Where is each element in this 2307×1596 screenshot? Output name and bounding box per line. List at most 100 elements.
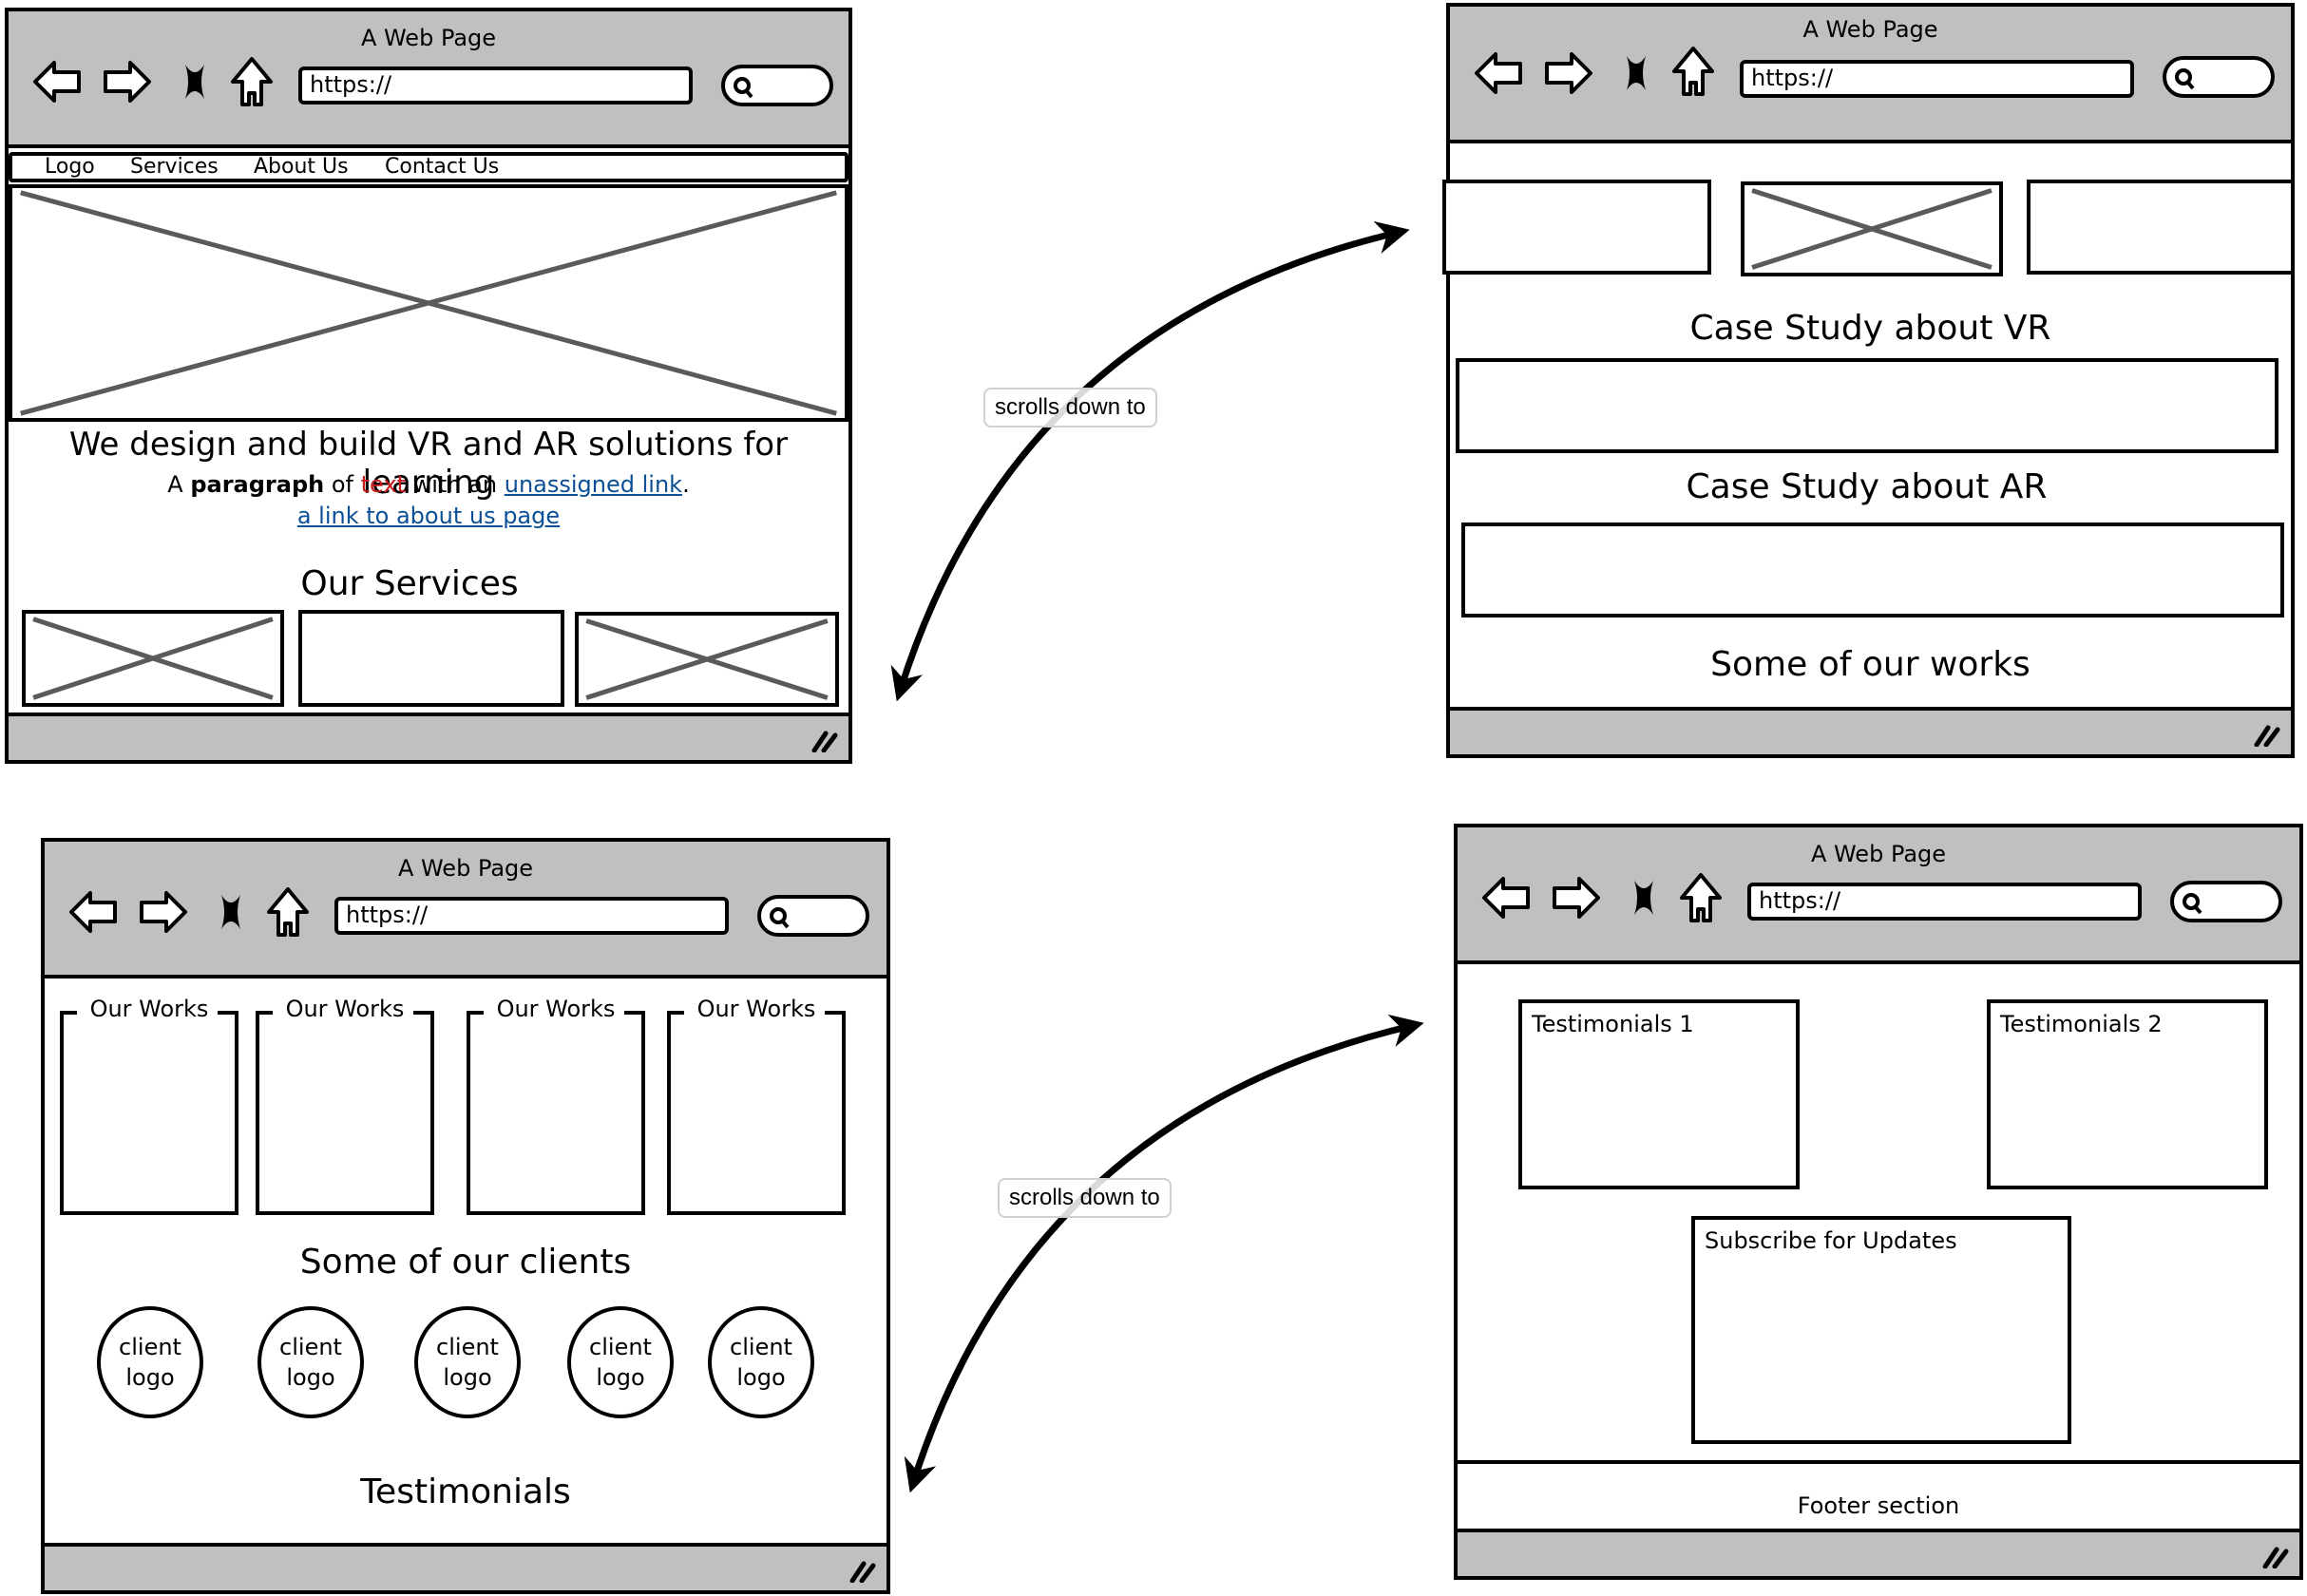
search-icon <box>2180 890 2206 917</box>
browser-window-page-1: A Web Page https:// Logo Services About … <box>5 8 852 764</box>
image-row-box <box>2027 180 2295 275</box>
forward-arrow-icon[interactable] <box>1541 47 1594 100</box>
search-button[interactable] <box>721 65 833 106</box>
back-arrow-icon[interactable] <box>67 885 121 939</box>
case-study-vr-box <box>1456 358 2278 453</box>
footer-section: Footer section <box>1458 1460 2299 1534</box>
url-input[interactable]: https:// <box>298 66 693 104</box>
client-logo-text: logo <box>443 1364 492 1391</box>
testimonial-card-title: Testimonials 1 <box>1532 1011 1694 1037</box>
browser-window-page-2: A Web Page https:// Case Study about VR … <box>1442 3 2295 758</box>
window-title: A Web Page <box>1802 16 1938 43</box>
case-study-ar-box <box>1461 522 2284 618</box>
connector-arrow-2 <box>904 1014 1424 1493</box>
nav-logo[interactable]: Logo <box>45 156 95 179</box>
image-placeholder-icon <box>1745 185 1999 273</box>
connector-arrow-1 <box>890 220 1410 702</box>
works-card-title: Our Works <box>496 996 616 1022</box>
resize-grip-icon[interactable] <box>2253 724 2281 747</box>
browser-toolbar: A Web Page https:// <box>1458 827 2299 964</box>
browser-toolbar: A Web Page https:// <box>45 842 887 978</box>
nav-services[interactable]: Services <box>130 156 219 179</box>
works-card: Our Works <box>467 996 645 1215</box>
resize-grip-icon[interactable] <box>810 730 839 752</box>
status-bar <box>9 712 848 760</box>
search-button[interactable] <box>757 895 869 937</box>
nav-about-us[interactable]: About Us <box>254 156 349 179</box>
stop-icon[interactable] <box>1610 47 1663 100</box>
services-heading: Our Services <box>300 564 519 603</box>
client-logo-text: logo <box>736 1364 786 1391</box>
status-bar <box>1450 707 2291 754</box>
home-icon[interactable] <box>225 55 278 108</box>
connector-label-2: scrolls down to <box>998 1178 1172 1218</box>
about-link-row: a link to about us page <box>9 503 848 529</box>
stop-icon[interactable] <box>204 885 257 939</box>
forward-arrow-icon[interactable] <box>1549 871 1602 924</box>
footer-text: Footer section <box>1797 1492 1960 1519</box>
resize-grip-icon[interactable] <box>2261 1546 2290 1568</box>
paragraph-text: with an <box>406 471 505 498</box>
url-input[interactable]: https:// <box>1747 883 2142 921</box>
image-placeholder-icon <box>26 614 280 703</box>
search-button[interactable] <box>2170 881 2282 922</box>
search-button[interactable] <box>2163 56 2275 98</box>
client-logo: client logo <box>257 1306 364 1418</box>
nav-contact-us[interactable]: Contact Us <box>385 156 499 179</box>
case-study-vr-heading: Case Study about VR <box>1689 309 2051 348</box>
works-card: Our Works <box>667 996 846 1215</box>
works-card-title: Our Works <box>696 996 816 1022</box>
url-input[interactable]: https:// <box>1740 60 2134 98</box>
clients-heading: Some of our clients <box>299 1243 632 1282</box>
about-us-link[interactable]: a link to about us page <box>297 503 560 529</box>
client-logo: client logo <box>97 1306 203 1418</box>
browser-toolbar: A Web Page https:// <box>9 11 848 148</box>
intro-paragraph: A paragraph of text with an unassigned l… <box>9 471 848 498</box>
client-logo: client logo <box>567 1306 674 1418</box>
paragraph-text: . <box>682 471 690 498</box>
stop-icon[interactable] <box>1617 871 1670 924</box>
nav-bar: Logo Services About Us Contact Us <box>9 152 848 182</box>
back-arrow-icon[interactable] <box>1473 47 1526 100</box>
home-icon[interactable] <box>1674 871 1727 924</box>
works-card: Our Works <box>60 996 238 1215</box>
testimonial-card-1: Testimonials 1 <box>1518 999 1800 1189</box>
unassigned-link[interactable]: unassigned link <box>505 471 682 498</box>
window-title: A Web Page <box>397 855 534 882</box>
stop-icon[interactable] <box>168 55 221 108</box>
home-icon[interactable] <box>1667 45 1720 98</box>
works-card-title: Our Works <box>89 996 209 1022</box>
forward-arrow-icon[interactable] <box>100 55 153 108</box>
subscribe-box: Subscribe for Updates <box>1691 1216 2071 1444</box>
client-logo-text: client <box>436 1334 499 1360</box>
paragraph-red-text: text <box>360 471 406 498</box>
connector-label-1: scrolls down to <box>983 388 1157 428</box>
status-bar <box>45 1543 887 1590</box>
resize-grip-icon[interactable] <box>848 1560 877 1583</box>
testimonial-card-title: Testimonials 2 <box>2000 1011 2163 1037</box>
search-icon <box>731 74 757 101</box>
testimonials-heading: Testimonials <box>360 1472 571 1511</box>
client-logo-text: client <box>279 1334 342 1360</box>
window-title: A Web Page <box>1810 841 1947 867</box>
service-image-placeholder <box>575 612 839 707</box>
paragraph-bold: paragraph <box>190 471 325 498</box>
paragraph-text: A <box>167 471 191 498</box>
client-logo-text: logo <box>596 1364 645 1391</box>
client-logo-text: logo <box>286 1364 335 1391</box>
url-input[interactable]: https:// <box>334 897 729 935</box>
forward-arrow-icon[interactable] <box>136 885 189 939</box>
home-icon[interactable] <box>261 885 315 939</box>
testimonial-card-2: Testimonials 2 <box>1987 999 2268 1189</box>
hero-image-placeholder <box>9 184 848 422</box>
client-logo-text: client <box>730 1334 792 1360</box>
works-card: Our Works <box>256 996 434 1215</box>
back-arrow-icon[interactable] <box>31 55 85 108</box>
client-logo-text: client <box>119 1334 181 1360</box>
client-logo-text: logo <box>125 1364 175 1391</box>
back-arrow-icon[interactable] <box>1480 871 1534 924</box>
client-logo: client logo <box>414 1306 521 1418</box>
image-placeholder-icon <box>12 188 845 418</box>
status-bar <box>1458 1529 2299 1576</box>
client-logo: client logo <box>708 1306 814 1418</box>
